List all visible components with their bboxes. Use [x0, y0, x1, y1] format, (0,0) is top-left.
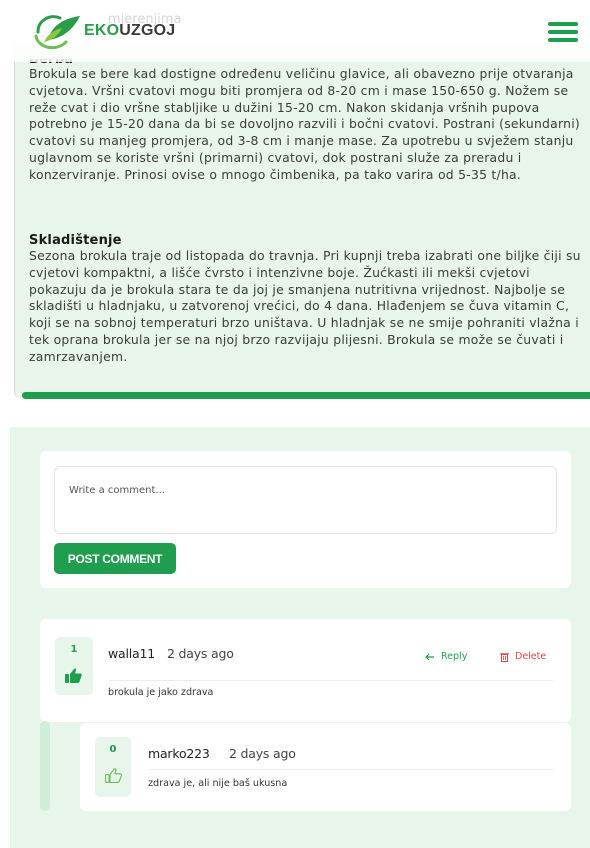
- delete-label: Delete: [515, 651, 547, 662]
- article-bottom-border: [22, 392, 590, 399]
- section-body: Brokula se bere kad dostigne određenu ve…: [29, 66, 581, 182]
- comment-divider: [108, 680, 553, 681]
- reply-label: Reply: [441, 651, 468, 662]
- section-body: Sezona brokula traje od listopada do tra…: [29, 248, 581, 364]
- trash-icon: [500, 652, 509, 662]
- vote-box: 1: [55, 637, 93, 695]
- site-logo[interactable]: EKOUZGOJ: [30, 10, 175, 52]
- article-card: Berba Brokula se bere kad dostigne određ…: [14, 46, 590, 398]
- post-comment-button[interactable]: POST COMMENT: [54, 543, 176, 574]
- thumbs-up-filled-icon[interactable]: [65, 668, 82, 683]
- comment-input[interactable]: [54, 466, 557, 534]
- comment-timestamp: 2 days ago: [167, 646, 234, 661]
- comment-timestamp: 2 days ago: [229, 746, 296, 761]
- comments-section: POST COMMENT 1 walla11 2 days ago Reply: [10, 427, 590, 848]
- vote-box: 0: [95, 737, 131, 797]
- leaf-logo-icon: [34, 15, 80, 50]
- comment-author[interactable]: walla11: [108, 646, 155, 661]
- hamburger-bar: [548, 38, 578, 42]
- hamburger-icon[interactable]: [548, 22, 578, 42]
- section-storage: Skladištenje Sezona brokula traje od lis…: [29, 233, 581, 366]
- hamburger-bar: [548, 30, 578, 34]
- comment: 1 walla11 2 days ago Reply Delete brokul…: [40, 619, 571, 722]
- comment-divider: [148, 769, 553, 770]
- delete-button[interactable]: Delete: [500, 651, 546, 662]
- comment-text: zdrava je, ali nije baš ukusna: [148, 778, 288, 789]
- vote-count: 0: [109, 744, 117, 755]
- comment-form: POST COMMENT: [40, 451, 571, 588]
- logo-text: EKOUZGOJ: [84, 22, 175, 40]
- reply-arrow-icon: [425, 653, 434, 660]
- hamburger-bar: [548, 22, 578, 26]
- vote-count: 1: [70, 644, 78, 655]
- logo-uzgoj: UZGOJ: [119, 22, 176, 39]
- comment-author[interactable]: marko223: [148, 746, 210, 761]
- reply-thread-line: [40, 721, 50, 811]
- reply-button[interactable]: Reply: [425, 651, 467, 662]
- reply-comment: 0 marko223 2 days ago zdrava je, ali nij…: [80, 723, 571, 811]
- thumbs-up-outline-icon[interactable]: [105, 768, 122, 783]
- logo-eko: EKO: [84, 22, 120, 39]
- site-header: mjerenjima EKOUZGOJ: [0, 0, 590, 62]
- comment-text: brokula je jako zdrava: [108, 687, 214, 698]
- section-heading: Skladištenje: [29, 233, 122, 248]
